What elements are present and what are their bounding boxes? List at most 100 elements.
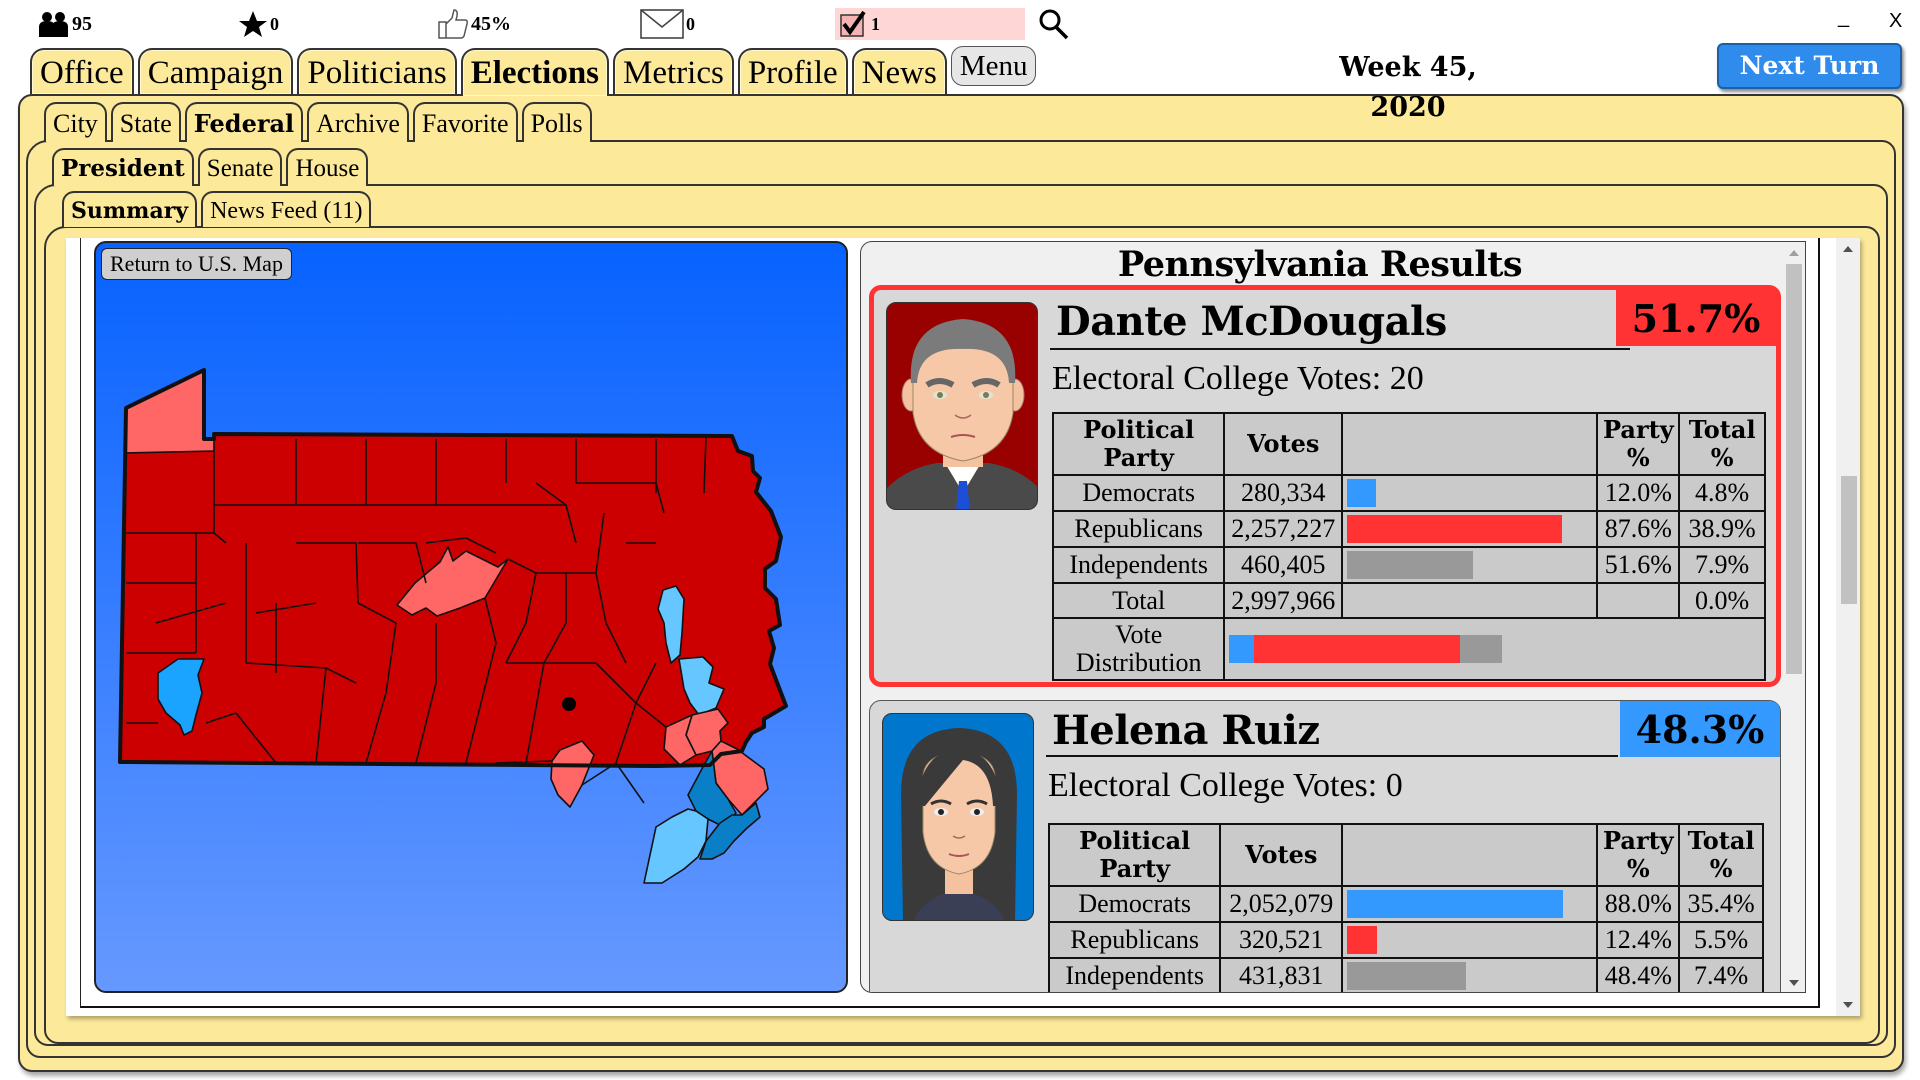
party-pct: 12.4% <box>1596 921 1681 959</box>
scroll-down-arrow-icon[interactable] <box>1789 980 1799 986</box>
tab-office[interactable]: Office <box>30 48 134 94</box>
thumbs-up-icon <box>437 8 469 40</box>
week-label: Week 45, 2020 <box>1339 52 1477 123</box>
scroll-down-arrow-icon[interactable] <box>1843 1002 1853 1008</box>
scroll-thumb[interactable] <box>1841 476 1857 604</box>
table-header-row: Political Party Votes Party % Total % <box>1047 823 1764 887</box>
divider <box>1050 348 1630 350</box>
tab-house[interactable]: House <box>286 148 369 186</box>
tab-favorite[interactable]: Favorite <box>412 102 518 142</box>
bar-cell <box>1341 510 1599 548</box>
return-to-us-map-button[interactable]: Return to U.S. Map <box>101 248 292 280</box>
close-button[interactable]: X <box>1889 10 1902 33</box>
population-value: 95 <box>72 12 92 35</box>
vote-share-badge: 51.7% <box>1616 290 1776 346</box>
main-tabs: Office Campaign Politicians Elections Me… <box>30 46 1037 96</box>
menu-button[interactable]: Menu <box>950 46 1037 86</box>
party-pct <box>1596 582 1681 619</box>
state-map[interactable]: Return to U.S. Map <box>94 241 848 993</box>
table-row: Republicans 2,257,227 87.6% 38.9% <box>1051 510 1766 548</box>
female-avatar-icon <box>901 728 1017 920</box>
party-name: Independents <box>1047 957 1222 992</box>
table-row: Independents 460,405 51.6% 7.9% <box>1051 546 1766 584</box>
total-pct: 7.9% <box>1678 546 1766 584</box>
tab-metrics[interactable]: Metrics <box>613 48 734 94</box>
stars-value: 0 <box>270 13 279 34</box>
search-icon[interactable] <box>1038 8 1070 40</box>
tab-state[interactable]: State <box>110 102 181 142</box>
people-icon <box>38 11 70 37</box>
bar-cell <box>1341 921 1599 959</box>
tab-president[interactable]: President <box>52 148 194 186</box>
divider <box>1046 755 1618 757</box>
electoral-votes: Electoral College Votes: 0 <box>1048 767 1403 804</box>
messages-stat[interactable]: 0 <box>640 8 695 40</box>
vote-distribution-bar <box>1229 635 1760 663</box>
tab-federal[interactable]: Federal <box>184 102 304 142</box>
party-name: Republicans <box>1047 921 1222 959</box>
col-votes: Votes <box>1223 412 1344 476</box>
vote-share-badge: 48.3% <box>1620 701 1780 757</box>
tab-city[interactable]: City <box>44 102 107 142</box>
tab-senate[interactable]: Senate <box>197 148 283 186</box>
scroll-up-arrow-icon[interactable] <box>1843 246 1853 252</box>
candidate-portrait <box>886 302 1038 510</box>
col-party-pct: Party % <box>1596 823 1681 887</box>
checkbox-icon[interactable] <box>839 10 869 38</box>
tasks-value: 1 <box>871 13 880 34</box>
results-scrollbar[interactable] <box>1783 242 1805 992</box>
total-row: Total 2,997,966 0.0% <box>1051 582 1766 619</box>
tab-summary[interactable]: Summary <box>62 191 198 227</box>
total-pct: 7.4% <box>1678 957 1764 992</box>
vote-count: 320,521 <box>1219 921 1344 959</box>
col-party: Political Party <box>1051 412 1226 476</box>
tab-elections[interactable]: Elections <box>460 48 610 96</box>
table-row: Republicans 320,521 12.4% 5.5% <box>1047 921 1764 959</box>
tasks-stat[interactable]: 1 <box>835 8 1025 40</box>
col-bar <box>1341 412 1599 476</box>
minimize-button[interactable]: _ <box>1838 6 1849 29</box>
search-button[interactable] <box>1038 8 1070 40</box>
view-tabs: Summary News Feed (11) <box>62 191 372 227</box>
population-stat: 95 <box>38 8 92 40</box>
tab-profile[interactable]: Profile <box>737 48 848 94</box>
vote-count: 2,052,079 <box>1219 885 1344 923</box>
party-results-table: Political Party Votes Party % Total % De… <box>1051 412 1766 681</box>
tab-politicians[interactable]: Politicians <box>297 48 457 94</box>
pennsylvania-map[interactable] <box>96 243 848 993</box>
tab-polls[interactable]: Polls <box>521 102 592 142</box>
county-erie[interactable] <box>125 369 215 454</box>
content-scrollbar[interactable] <box>1836 238 1860 1016</box>
tab-news[interactable]: News <box>851 48 947 94</box>
distribution-label: Vote Distribution <box>1051 617 1226 681</box>
total-label: Total <box>1051 582 1226 619</box>
tab-archive[interactable]: Archive <box>307 102 409 142</box>
col-total-pct: Total % <box>1678 823 1764 887</box>
total-pct: 0.0% <box>1678 582 1766 619</box>
capital-marker <box>562 697 576 711</box>
tab-campaign[interactable]: Campaign <box>137 48 294 94</box>
male-avatar-icon <box>887 319 1037 509</box>
col-bar <box>1341 823 1599 887</box>
party-bar <box>1347 551 1474 579</box>
county-chester[interactable] <box>643 808 709 884</box>
party-results-table: Political Party Votes Party % Total % De… <box>1047 823 1764 992</box>
party-name: Democrats <box>1047 885 1222 923</box>
party-pct: 48.4% <box>1596 957 1681 992</box>
next-turn-button[interactable]: Next Turn <box>1717 43 1902 89</box>
electoral-votes: Electoral College Votes: 20 <box>1052 360 1424 397</box>
distribution-segment-democrats <box>1229 635 1255 663</box>
party-name: Republicans <box>1051 510 1226 548</box>
candidate-card-winner: Dante McDougals 51.7% Electoral College … <box>869 285 1781 687</box>
scroll-up-arrow-icon[interactable] <box>1789 250 1799 256</box>
total-pct: 4.8% <box>1678 474 1766 512</box>
tab-news-feed[interactable]: News Feed (11) <box>201 191 372 227</box>
envelope-icon[interactable] <box>640 9 684 39</box>
messages-value: 0 <box>686 13 695 34</box>
vote-count: 431,831 <box>1219 957 1344 992</box>
party-bar <box>1347 926 1378 954</box>
bar-cell <box>1341 474 1599 512</box>
scroll-thumb[interactable] <box>1786 264 1802 674</box>
party-pct: 88.0% <box>1596 885 1681 923</box>
results-title: Pennsylvania Results <box>1117 244 1523 285</box>
